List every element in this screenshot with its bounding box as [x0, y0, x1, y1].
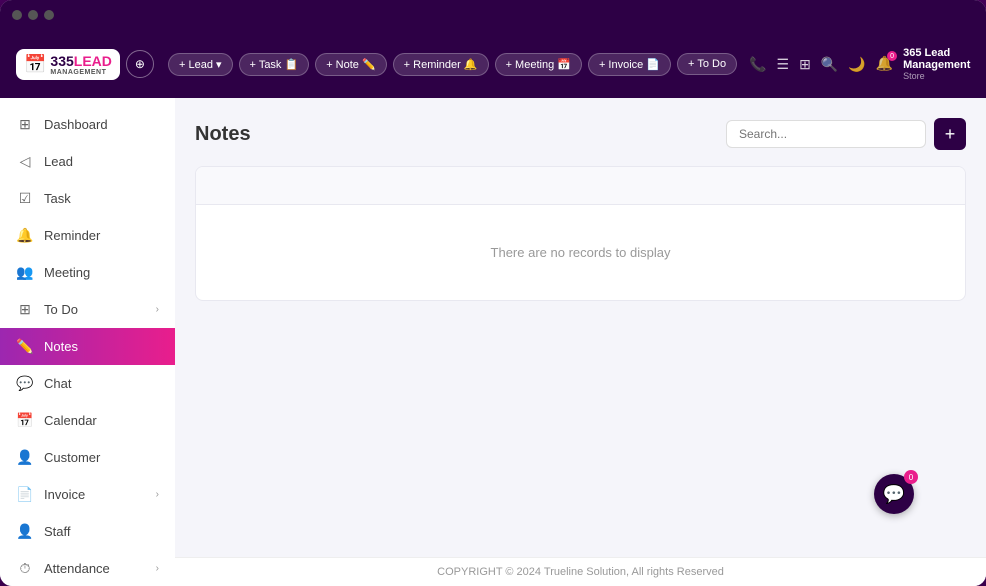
header-right: 📞 ☰ ⊞ 🔍 🌙 🔔 0 365 Lead Management Store … [749, 47, 986, 81]
logo-text: 335 LEAD MANAGEMENT [50, 53, 111, 76]
staff-icon: 👤 [16, 523, 34, 540]
sidebar-label-dashboard: Dashboard [44, 117, 108, 132]
dashboard-icon: ⊞ [16, 116, 34, 133]
invoice-arrow: › [156, 489, 159, 500]
settings-circle-btn[interactable]: ⊕ [126, 50, 154, 78]
calendar-icon: 📅 [16, 412, 34, 429]
table-header [196, 167, 965, 205]
sidebar-label-customer: Customer [44, 450, 100, 465]
page-header: Notes + [195, 118, 966, 150]
sidebar-label-notes: Notes [44, 339, 78, 354]
invoice-icon: 📄 [16, 486, 34, 503]
theme-icon[interactable]: 🌙 [848, 56, 865, 73]
window-dot-2 [28, 10, 38, 20]
content-area: Notes + There are no records to display … [175, 98, 986, 586]
sidebar-item-customer[interactable]: 👤 Customer [0, 439, 175, 476]
empty-state-message: There are no records to display [196, 205, 965, 300]
phone-icon[interactable]: 📞 [749, 56, 766, 73]
sidebar-item-task[interactable]: ☑ Task [0, 180, 175, 217]
attendance-arrow: › [156, 563, 159, 574]
meeting-icon: 👥 [16, 264, 34, 281]
attendance-icon: ⏱ [16, 560, 34, 577]
sidebar-item-chat[interactable]: 💬 Chat [0, 365, 175, 402]
task-icon: ☑ [16, 190, 34, 207]
sidebar-item-reminder[interactable]: 🔔 Reminder [0, 217, 175, 254]
sidebar-label-staff: Staff [44, 524, 71, 539]
sidebar-label-attendance: Attendance [44, 561, 110, 576]
todo-arrow: › [156, 304, 159, 315]
sidebar-item-notes[interactable]: ✏️ Notes [0, 328, 175, 365]
logo-mgmt: MANAGEMENT [50, 69, 111, 76]
search-icon[interactable]: 🔍 [821, 56, 838, 73]
title-bar [0, 0, 986, 30]
sidebar-label-chat: Chat [44, 376, 71, 391]
chat-bubble-badge: 0 [904, 470, 918, 484]
add-meeting-btn[interactable]: + Meeting 📅 [495, 53, 582, 76]
add-todo-btn[interactable]: + To Do [677, 53, 737, 75]
search-input[interactable] [726, 120, 926, 148]
notes-table: There are no records to display [195, 166, 966, 301]
sidebar-item-lead[interactable]: ◁ Lead [0, 143, 175, 180]
add-lead-btn[interactable]: + Lead ▾ [168, 53, 233, 76]
sidebar-item-meeting[interactable]: 👥 Meeting [0, 254, 175, 291]
page-title: Notes [195, 123, 251, 146]
content-inner: Notes + There are no records to display [175, 98, 986, 557]
user-info: 365 Lead Management Store 👤 [903, 47, 986, 81]
lead-icon: ◁ [16, 153, 34, 170]
logo-icon: 📅 [24, 54, 46, 75]
search-add-row: + [726, 118, 966, 150]
chat-bubble-btn[interactable]: 💬 0 [874, 474, 914, 514]
app-window: 📅 335 LEAD MANAGEMENT ⊕ + Lead ▾ + Task … [0, 0, 986, 586]
header-actions: + Lead ▾ + Task 📋 + Note ✏️ + Reminder 🔔… [168, 53, 737, 76]
notification-count: 0 [887, 51, 897, 61]
sidebar: ⊞ Dashboard ◁ Lead ☑ Task 🔔 Reminder 👥 M… [0, 98, 175, 586]
user-store: Store [903, 71, 981, 81]
todo-icon: ⊞ [16, 301, 34, 318]
sidebar-label-reminder: Reminder [44, 228, 100, 243]
window-dot-1 [12, 10, 22, 20]
list-icon[interactable]: ☰ [777, 56, 790, 73]
add-reminder-btn[interactable]: + Reminder 🔔 [393, 53, 489, 76]
logo-area: 📅 335 LEAD MANAGEMENT ⊕ [16, 49, 156, 80]
logo-box: 📅 335 LEAD MANAGEMENT [16, 49, 120, 80]
customer-icon: 👤 [16, 449, 34, 466]
sidebar-label-lead: Lead [44, 154, 73, 169]
sidebar-label-meeting: Meeting [44, 265, 90, 280]
sidebar-item-invoice[interactable]: 📄 Invoice › [0, 476, 175, 513]
sidebar-label-todo: To Do [44, 302, 78, 317]
add-note-btn[interactable]: + Note ✏️ [315, 53, 386, 76]
notes-icon: ✏️ [16, 338, 34, 355]
main-layout: ⊞ Dashboard ◁ Lead ☑ Task 🔔 Reminder 👥 M… [0, 98, 986, 586]
window-dot-3 [44, 10, 54, 20]
chat-icon: 💬 [16, 375, 34, 392]
sidebar-label-calendar: Calendar [44, 413, 97, 428]
sidebar-label-task: Task [44, 191, 71, 206]
grid-icon[interactable]: ⊞ [799, 56, 811, 73]
sidebar-item-dashboard[interactable]: ⊞ Dashboard [0, 106, 175, 143]
sidebar-item-attendance[interactable]: ⏱ Attendance › [0, 550, 175, 586]
header: 📅 335 LEAD MANAGEMENT ⊕ + Lead ▾ + Task … [0, 30, 986, 98]
add-task-btn[interactable]: + Task 📋 [239, 53, 310, 76]
chat-bubble-container: 💬 0 [904, 504, 944, 544]
sidebar-item-staff[interactable]: 👤 Staff [0, 513, 175, 550]
footer: COPYRIGHT © 2024 Trueline Solution, All … [175, 557, 986, 586]
user-name: 365 Lead Management [903, 47, 981, 71]
notification-bell[interactable]: 🔔 0 [876, 55, 893, 73]
sidebar-item-todo[interactable]: ⊞ To Do › [0, 291, 175, 328]
copyright-text: COPYRIGHT © 2024 Trueline Solution, All … [437, 566, 724, 578]
reminder-icon: 🔔 [16, 227, 34, 244]
sidebar-label-invoice: Invoice [44, 487, 85, 502]
add-note-button[interactable]: + [934, 118, 966, 150]
sidebar-item-calendar[interactable]: 📅 Calendar [0, 402, 175, 439]
add-invoice-btn[interactable]: + Invoice 📄 [588, 53, 671, 76]
